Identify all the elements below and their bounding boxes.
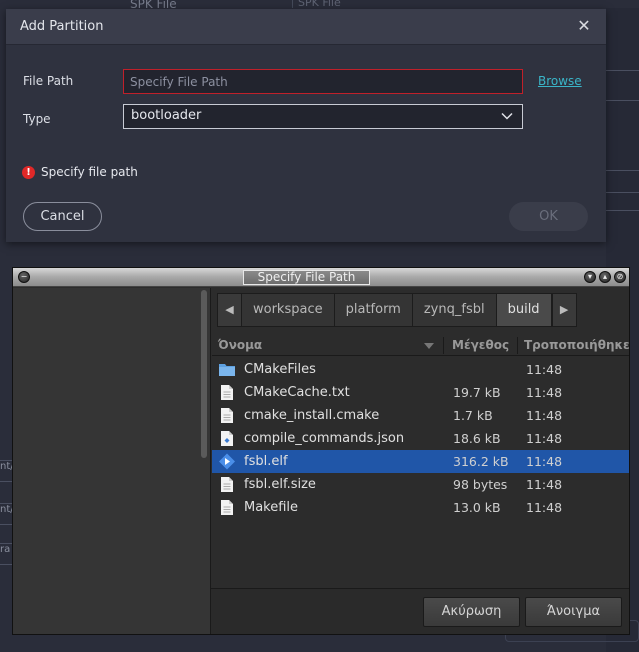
file-row[interactable]: compile_commands.json 18.6 kB 11:48 <box>212 427 629 450</box>
background-field-fragment: nt/ <box>0 503 12 525</box>
path-crumb-current[interactable]: build <box>496 294 552 326</box>
file-size: 18.6 kB <box>453 431 501 446</box>
file-row[interactable]: CMakeCache.txt 19.7 kB 11:48 <box>212 381 629 404</box>
file-path-input[interactable] <box>123 69 523 94</box>
background-field-fragment: ra <box>0 543 12 565</box>
column-name[interactable]: Όνομα <box>218 338 262 352</box>
close-icon[interactable]: ✕ <box>575 17 593 35</box>
file-size: 13.0 kB <box>453 500 501 515</box>
add-partition-dialog: Add Partition ✕ File Path Browse Type bo… <box>6 9 606 242</box>
file-path-label: File Path <box>23 74 74 88</box>
file-name: CMakeCache.txt <box>244 385 350 400</box>
file-row[interactable]: Makefile 13.0 kB 11:48 <box>212 496 629 519</box>
type-label: Type <box>23 112 51 126</box>
error-icon: ! <box>22 165 35 179</box>
browse-link[interactable]: Browse <box>538 74 582 88</box>
file-name: CMakeFiles <box>244 362 316 377</box>
cancel-button[interactable]: Cancel <box>23 202 102 231</box>
file-row[interactable]: fsbl.elf.size 98 bytes 11:48 <box>212 473 629 496</box>
path-crumb[interactable]: workspace <box>242 294 335 326</box>
background-spk-file-value: SPK File <box>298 0 341 9</box>
column-size[interactable]: Μέγεθος <box>452 338 509 352</box>
path-forward-arrow-icon[interactable]: ▶ <box>551 294 576 326</box>
file-modified: 11:48 <box>526 408 563 423</box>
minimize-icon[interactable]: ▾ <box>584 271 596 283</box>
cancel-button[interactable]: Ακύρωση <box>423 597 520 627</box>
column-modified[interactable]: Τροποποιήθηκε <box>524 338 630 352</box>
path-bar: ◀ workspace platform zynq_fsbl build ▶ <box>217 293 577 327</box>
file-icon <box>221 477 233 492</box>
pane-divider[interactable] <box>210 288 211 634</box>
file-name: compile_commands.json <box>244 431 405 446</box>
file-name: Makefile <box>244 500 299 515</box>
column-separator[interactable] <box>443 337 444 354</box>
file-chooser-titlebar[interactable]: − Specify File Path ▾ ▴ ⊘ <box>13 268 629 287</box>
json-file-icon <box>221 431 233 446</box>
file-modified: 11:48 <box>526 454 563 469</box>
file-size: 1.7 kB <box>453 408 493 423</box>
sidebar-scrollbar[interactable] <box>201 290 207 458</box>
chevron-down-icon <box>501 112 513 120</box>
path-crumb[interactable]: platform <box>334 294 413 326</box>
file-modified: 11:48 <box>526 477 563 492</box>
ok-button[interactable]: OK <box>509 202 588 231</box>
file-size: 316.2 kB <box>453 454 509 469</box>
open-button[interactable]: Άνοιγμα <box>525 597 622 627</box>
places-sidebar[interactable] <box>13 288 210 634</box>
file-row[interactable]: CMakeFiles 11:48 <box>212 358 629 381</box>
executable-icon <box>219 453 235 470</box>
column-separator[interactable] <box>517 337 518 354</box>
file-chooser-window: − Specify File Path ▾ ▴ ⊘ ◀ workspace pl… <box>12 267 630 635</box>
dialog-action-bar: Ακύρωση Άνοιγμα <box>211 588 629 634</box>
validation-error: ! Specify file path <box>22 165 138 179</box>
file-name: fsbl.elf <box>244 454 288 469</box>
background-field-fragment: nt/ <box>0 460 12 482</box>
file-icon <box>221 385 233 400</box>
file-size: 19.7 kB <box>453 385 501 400</box>
file-modified: 11:48 <box>526 385 563 400</box>
file-row-selected[interactable]: fsbl.elf 316.2 kB 11:48 <box>212 450 629 473</box>
dialog-header: Add Partition ✕ <box>6 9 606 45</box>
file-chooser-title: Specify File Path <box>243 270 370 285</box>
file-modified: 11:48 <box>526 362 563 377</box>
sort-descending-icon <box>424 343 434 349</box>
close-icon[interactable]: ⊘ <box>614 271 626 283</box>
window-menu-icon[interactable]: − <box>18 271 30 283</box>
file-row[interactable]: cmake_install.cmake 1.7 kB 11:48 <box>212 404 629 427</box>
path-crumb[interactable]: zynq_fsbl <box>412 294 497 326</box>
dialog-title: Add Partition <box>20 19 104 34</box>
file-modified: 11:48 <box>526 500 563 515</box>
file-size: 98 bytes <box>453 477 508 492</box>
file-name: fsbl.elf.size <box>244 477 316 492</box>
error-message: Specify file path <box>41 165 138 179</box>
path-back-arrow-icon[interactable]: ◀ <box>218 294 242 326</box>
file-icon <box>221 408 233 423</box>
file-list-header: Όνομα Μέγεθος Τροποποιήθηκε <box>212 335 630 356</box>
type-select-value: bootloader <box>131 108 202 123</box>
file-name: cmake_install.cmake <box>244 408 380 423</box>
type-select[interactable]: bootloader <box>123 104 523 129</box>
background-divider <box>292 0 293 8</box>
maximize-icon[interactable]: ▴ <box>599 271 611 283</box>
file-modified: 11:48 <box>526 431 563 446</box>
file-icon <box>221 500 233 515</box>
folder-icon <box>219 364 235 376</box>
file-list: CMakeFiles 11:48 CMakeCache.txt 19.7 kB … <box>212 358 629 519</box>
